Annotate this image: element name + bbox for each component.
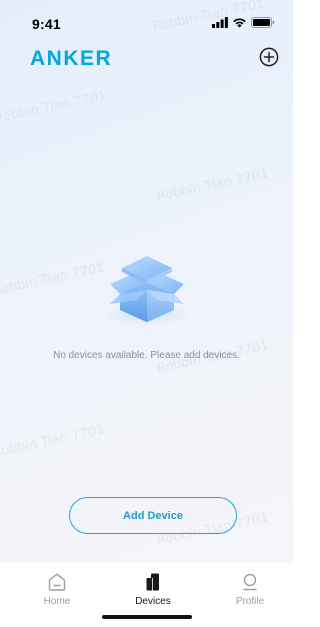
devices-icon	[146, 573, 159, 591]
status-bar: 9:41	[0, 0, 293, 40]
profile-icon	[243, 573, 257, 591]
watermark: Robbin Tian 7701	[0, 260, 106, 299]
home-indicator	[102, 615, 192, 619]
tab-home[interactable]: Home	[17, 572, 97, 607]
devices-screen: Robbin Tian 7701 Robbin Tian 7701 Robbin…	[0, 0, 293, 627]
tab-label: Devices	[135, 596, 171, 607]
wifi-icon	[233, 18, 246, 28]
battery-icon	[251, 17, 275, 28]
watermark: Robbin Tian 7701	[155, 166, 270, 205]
watermark: Robbin Tian 7701	[0, 422, 106, 461]
home-icon	[48, 573, 66, 591]
open-box-icon	[103, 256, 191, 326]
tab-label: Profile	[235, 596, 265, 607]
empty-state-message: No devices available. Please add devices…	[53, 350, 240, 361]
tab-profile[interactable]: Profile	[210, 572, 290, 607]
add-device-button[interactable]: Add Device	[69, 497, 237, 534]
tab-label: Home	[43, 596, 71, 607]
status-time: 9:41	[32, 16, 61, 32]
anker-logo: ANKER	[30, 47, 113, 70]
tab-devices[interactable]: Devices	[113, 572, 193, 607]
watermark: Robbin Tian 7701	[0, 88, 108, 127]
plus-circle-icon[interactable]	[259, 47, 279, 67]
cellular-signal-icon	[212, 17, 228, 28]
status-icons	[212, 17, 275, 28]
